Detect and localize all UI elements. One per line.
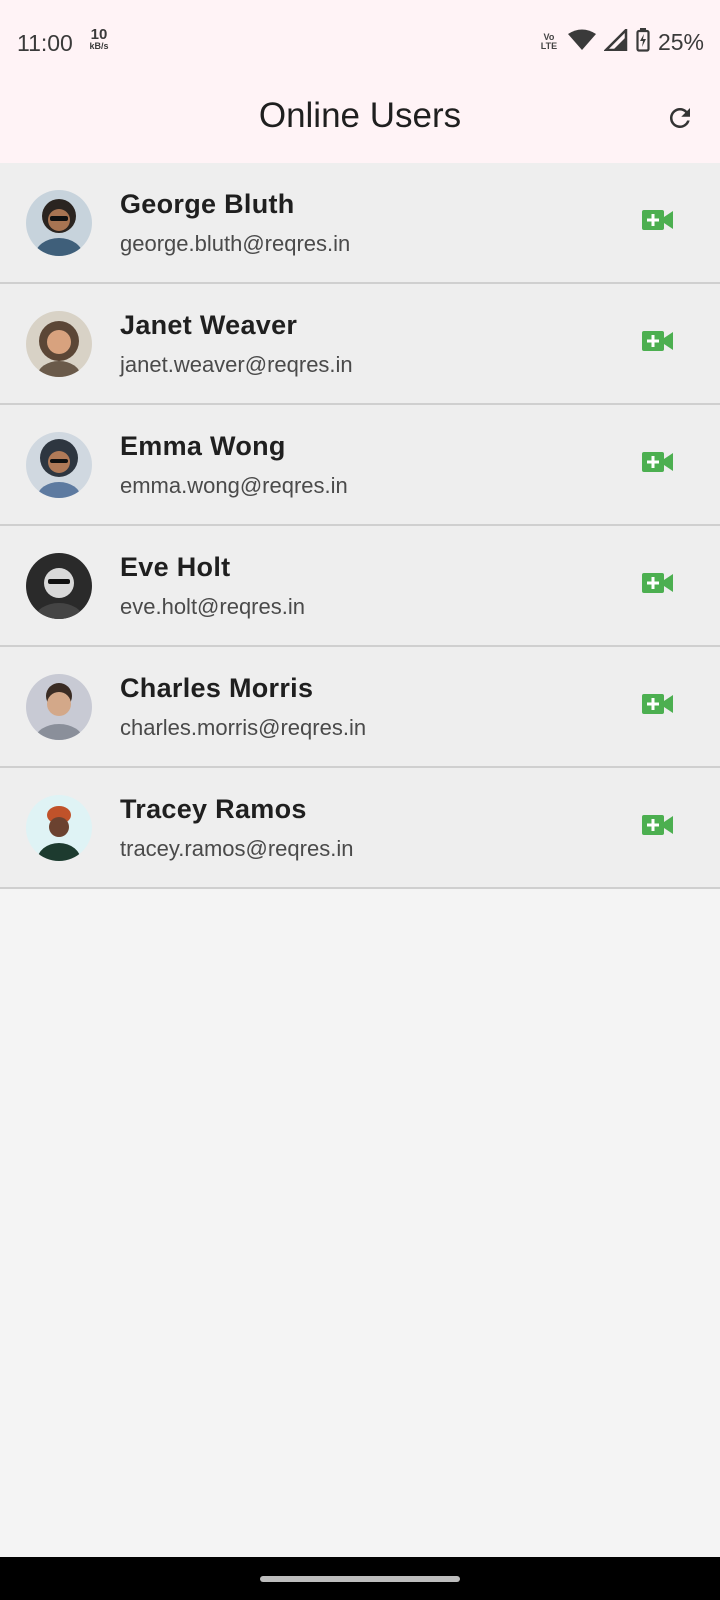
list-item[interactable]: George Bluth george.bluth@reqres.in — [0, 163, 720, 284]
video-call-button[interactable] — [636, 569, 680, 601]
status-bar: 11:00 10 kB/s Vo LTE 25% — [0, 0, 720, 84]
avatar — [26, 553, 92, 619]
avatar — [26, 432, 92, 498]
video-call-add-icon — [642, 329, 674, 358]
video-call-add-icon — [642, 450, 674, 479]
list-item[interactable]: Tracey Ramos tracey.ramos@reqres.in — [0, 768, 720, 889]
status-icons: Vo LTE 25% — [538, 26, 704, 57]
page-title: Online Users — [258, 96, 462, 135]
user-email: tracey.ramos@reqres.in — [120, 836, 354, 861]
wifi-icon — [567, 29, 596, 56]
video-call-button[interactable] — [636, 690, 680, 722]
refresh-button[interactable] — [660, 100, 700, 140]
user-name: Charles Morris — [120, 673, 314, 703]
video-call-button[interactable] — [636, 448, 680, 480]
list-item[interactable]: Charles Morris charles.morris@reqres.in — [0, 647, 720, 768]
video-call-button[interactable] — [636, 206, 680, 238]
volte-bottom: LTE — [540, 41, 558, 51]
status-time: 11:00 — [17, 30, 73, 56]
system-navigation-bar — [0, 1557, 720, 1600]
avatar — [26, 311, 92, 377]
network-speed-unit: kB/s — [89, 41, 109, 51]
avatar — [26, 795, 92, 861]
volte-icon: Vo LTE — [538, 33, 560, 51]
video-call-add-icon — [642, 571, 674, 600]
list-item[interactable]: Janet Weaver janet.weaver@reqres.in — [0, 284, 720, 405]
user-name: Emma Wong — [120, 431, 286, 461]
refresh-icon — [665, 103, 695, 138]
video-call-add-icon — [642, 208, 674, 237]
battery-percentage: 25% — [657, 28, 704, 55]
list-item[interactable]: Eve Holt eve.holt@reqres.in — [0, 526, 720, 647]
battery-icon — [636, 27, 650, 57]
list-item[interactable]: Emma Wong emma.wong@reqres.in — [0, 405, 720, 526]
avatar — [26, 190, 92, 256]
video-call-button[interactable] — [636, 327, 680, 359]
video-call-add-icon — [642, 813, 674, 842]
user-email: eve.holt@reqres.in — [120, 594, 305, 619]
network-speed: 10 kB/s — [86, 27, 112, 51]
user-email: charles.morris@reqres.in — [120, 715, 367, 740]
online-users-list: George Bluth george.bluth@reqres.in Jane… — [0, 163, 720, 889]
app-bar: Online Users — [0, 84, 720, 164]
video-call-add-icon — [642, 692, 674, 721]
user-email: emma.wong@reqres.in — [120, 473, 348, 498]
user-name: Tracey Ramos — [120, 794, 307, 824]
cell-signal-icon — [602, 26, 628, 56]
user-name: Eve Holt — [120, 552, 231, 582]
user-name: Janet Weaver — [120, 310, 298, 340]
user-email: janet.weaver@reqres.in — [120, 352, 353, 377]
network-speed-value: 10 — [90, 26, 108, 43]
user-email: george.bluth@reqres.in — [120, 231, 351, 256]
video-call-button[interactable] — [636, 811, 680, 843]
user-name: George Bluth — [120, 189, 295, 219]
home-gesture-handle[interactable] — [260, 1576, 460, 1582]
avatar — [26, 674, 92, 740]
